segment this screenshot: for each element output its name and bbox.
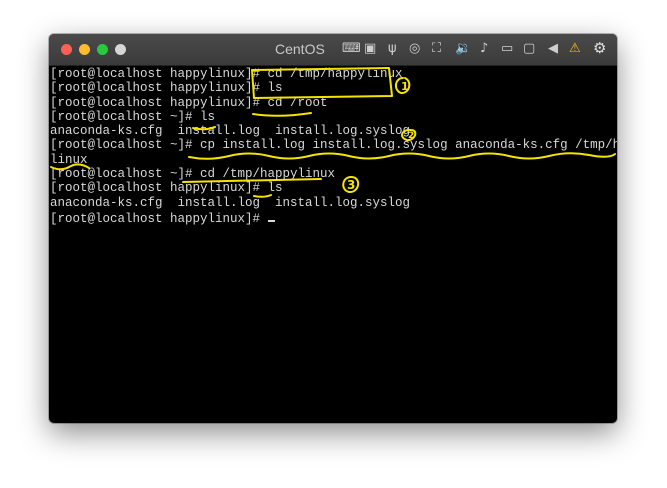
vm-window: CentOS ⌨ ▣ ψ ◎ ⛶ 🔉 ♪ ▭ ▢ ◀ ⚠ ⚙ [root@loc…	[49, 34, 617, 423]
underline-ls-2	[253, 194, 272, 198]
step-3-label: 3	[347, 178, 355, 192]
step-1-label: 1	[401, 80, 409, 93]
underline-cd-tmp	[182, 178, 322, 183]
underline-cp	[188, 152, 616, 160]
highlight-box	[251, 67, 393, 99]
handwritten-annotations: 1 2 3	[50, 67, 616, 198]
underline-ls	[192, 126, 216, 131]
step-2-label: 2	[408, 131, 414, 141]
underline-cd-root	[252, 112, 312, 117]
underline-linux	[50, 163, 90, 171]
